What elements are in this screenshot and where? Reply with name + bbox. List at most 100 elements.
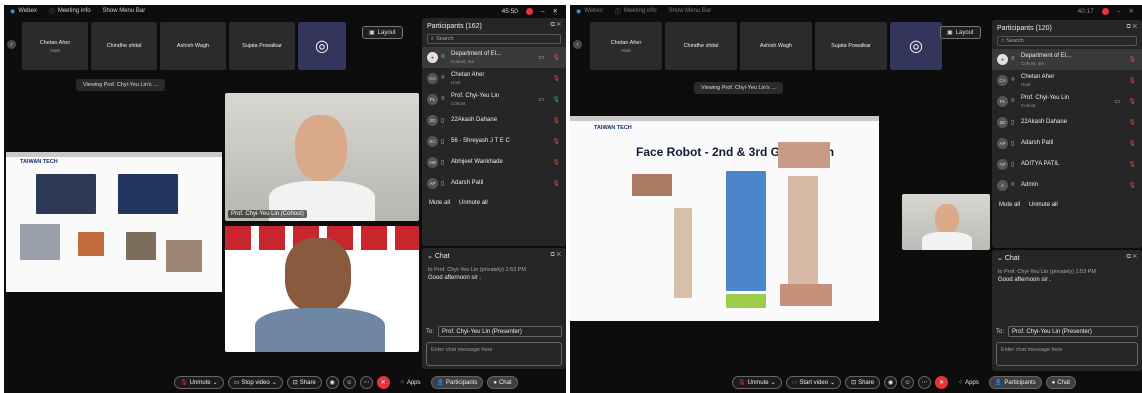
shared-screen[interactable]: TAIWAN TECH Face Robot - 2nd & 3rd Gener… bbox=[570, 116, 879, 321]
record-button[interactable]: ◉ bbox=[884, 376, 898, 389]
participant-row[interactable]: CA ⌾ Chetan Aher Host 🎙 bbox=[422, 68, 566, 89]
mic-muted-icon[interactable]: 🎙 bbox=[1128, 182, 1136, 189]
participant-row[interactable]: CA ⌾ Chetan Aher Host 🎙 bbox=[992, 70, 1142, 91]
layout-button[interactable]: ▣ Layout bbox=[940, 26, 981, 39]
panel-popout-icon[interactable]: ⧉ ✕ bbox=[550, 22, 561, 29]
participant-row[interactable]: AP ▯ Adarsh Patil 🎙 bbox=[992, 133, 1142, 154]
chat-button[interactable]: ● Chat bbox=[1045, 376, 1076, 389]
participant-row[interactable]: 2D ▯ 22Akash Dahane 🎙 bbox=[992, 112, 1142, 133]
panel-popout-icon[interactable]: ⧉ ✕ bbox=[1126, 254, 1137, 261]
reactions-icon[interactable]: ☺ bbox=[342, 376, 356, 389]
chat-input[interactable]: Enter chat message here bbox=[426, 342, 562, 366]
strip-tile-chindhe-shital[interactable]: Chindhe shital bbox=[91, 22, 157, 70]
mic-muted-icon[interactable]: 🎙 bbox=[552, 54, 560, 61]
more-icon[interactable]: ⋯ bbox=[918, 376, 932, 389]
more-icon[interactable]: ⋯ bbox=[359, 376, 373, 389]
strip-tile-sujata-powalkar[interactable]: Sujata Powalkar bbox=[229, 22, 295, 70]
reactions-icon[interactable]: ☺ bbox=[901, 376, 915, 389]
mic-muted-icon[interactable]: 🎙 bbox=[1128, 98, 1136, 105]
meeting-info-button[interactable]: ⓘ Meeting info bbox=[49, 7, 91, 16]
mic-on-icon[interactable]: 🎙 bbox=[552, 96, 560, 103]
mute-all-button[interactable]: Mute all bbox=[999, 202, 1020, 208]
mic-muted-icon[interactable]: 🎙 bbox=[1128, 56, 1136, 63]
chat-button[interactable]: ● Chat bbox=[487, 376, 518, 389]
avatar: AW bbox=[427, 157, 438, 168]
strip-tile-chindhe-shital[interactable]: Chindhe shital bbox=[665, 22, 737, 70]
video-presenter[interactable] bbox=[902, 194, 990, 250]
close-icon[interactable]: ✕ bbox=[1129, 7, 1134, 15]
participant-row[interactable]: A ⌾ Admin 🎙 bbox=[992, 175, 1142, 196]
unmute-button[interactable]: 🎙 Unmute ⌄ bbox=[732, 376, 782, 389]
mic-muted-icon[interactable]: 🎙 bbox=[1128, 77, 1136, 84]
webex-app-menu[interactable]: ◉ Webex bbox=[576, 8, 603, 15]
show-menu-bar-button[interactable]: Show Menu Bar bbox=[103, 8, 146, 14]
webex-app-menu[interactable]: ◉ Webex bbox=[10, 8, 37, 15]
participant-row[interactable]: AP ▯ ADITYA PATIL 🎙 bbox=[992, 154, 1142, 175]
start-video-button[interactable]: ▭ Start video ⌄ bbox=[785, 376, 842, 389]
minimize-icon[interactable]: – bbox=[541, 8, 545, 15]
strip-tile-self[interactable]: ◎ bbox=[890, 22, 942, 70]
mic-muted-icon[interactable]: 🎙 bbox=[1128, 140, 1136, 147]
participant-row[interactable]: ● ⌾ Department of El... Cohost, me 🎙 bbox=[992, 49, 1142, 70]
unmute-all-button[interactable]: Unmute all bbox=[1029, 202, 1058, 208]
mute-all-button[interactable]: Mute all bbox=[429, 200, 450, 206]
video-presenter[interactable]: Prof. Chyi-Yeu Lin (Cohost) bbox=[225, 93, 419, 221]
chat-input[interactable]: Enter chat message here bbox=[996, 342, 1138, 366]
share-button[interactable]: ⊡ Share bbox=[286, 376, 322, 389]
strip-tile-ashish-wagh[interactable]: Ashish Wagh bbox=[740, 22, 812, 70]
meeting-info-button[interactable]: ⓘ Meeting info bbox=[615, 7, 657, 16]
strip-tile-sujata-powalkar[interactable]: Sujata Powalkar bbox=[815, 22, 887, 70]
participant-row[interactable]: PL ⌾ Prof. Chyi-Yeu Lin Cohost ▭ 🎙 bbox=[992, 91, 1142, 112]
close-icon[interactable]: ✕ bbox=[553, 7, 558, 15]
participants-button[interactable]: 👤 Participants bbox=[988, 376, 1042, 389]
self-face bbox=[285, 238, 351, 312]
apps-button[interactable]: ⁘ Apps bbox=[952, 376, 985, 389]
unmute-button[interactable]: 🎙 Unmute ⌄ bbox=[174, 376, 224, 389]
participant-row[interactable]: AP ▯ Adarsh Patil 🎙 bbox=[422, 173, 566, 194]
mic-muted-icon[interactable]: 🎙 bbox=[1128, 161, 1136, 168]
participant-row[interactable]: AW ▯ Abhijeet Wankhade 🎙 bbox=[422, 152, 566, 173]
mic-muted-icon[interactable]: 🎙 bbox=[1128, 119, 1136, 126]
mic-muted-icon[interactable]: 🎙 bbox=[552, 75, 560, 82]
chat-recipient-select[interactable]: Prof. Chyi-Yeu Lin (Presenter) bbox=[1008, 326, 1138, 337]
apps-icon: ⁘ bbox=[958, 380, 964, 386]
share-button[interactable]: ⊡ Share bbox=[845, 376, 881, 389]
chat-recipient-select[interactable]: Prof. Chyi-Yeu Lin (Presenter) bbox=[438, 326, 562, 337]
minimize-icon[interactable]: – bbox=[1117, 8, 1121, 15]
mic-muted-icon[interactable]: 🎙 bbox=[552, 138, 560, 145]
leave-icon[interactable]: ✕ bbox=[935, 376, 949, 389]
slide-figure-walk bbox=[118, 174, 178, 214]
layout-button[interactable]: ▣ Layout bbox=[362, 26, 403, 39]
panel-popout-icon[interactable]: ⧉ ✕ bbox=[1126, 24, 1137, 31]
mic-muted-icon[interactable]: 🎙 bbox=[552, 159, 560, 166]
participant-row[interactable]: SC ▯ 56 - Shreyash J T E C 🎙 bbox=[422, 131, 566, 152]
strip-tile-self[interactable]: ◎ bbox=[298, 22, 346, 70]
video-self[interactable] bbox=[225, 226, 419, 352]
leave-icon[interactable]: ✕ bbox=[376, 376, 390, 389]
participant-row[interactable]: 2D ▯ 22Akash Dahane 🎙 bbox=[422, 110, 566, 131]
chat-collapse-icon[interactable]: ⌄ bbox=[427, 252, 435, 260]
participant-row[interactable]: PL ⌾ Prof. Chyi-Yeu Lin Cohost ▭ 🎙 bbox=[422, 89, 566, 110]
apps-button[interactable]: ⁘ Apps bbox=[394, 376, 427, 389]
strip-prev-icon[interactable]: ‹ bbox=[7, 40, 16, 49]
stop-video-button[interactable]: ▭ Stop video ⌄ bbox=[227, 376, 283, 389]
record-button[interactable]: ◉ bbox=[325, 376, 339, 389]
participants-button[interactable]: 👤 Participants bbox=[430, 376, 484, 389]
shared-screen-thumbnail[interactable]: TAIWAN TECH bbox=[6, 152, 222, 292]
strip-tile-chetan-aher[interactable]: Chetan Aher Host bbox=[22, 22, 88, 70]
unmute-all-button[interactable]: Unmute all bbox=[459, 200, 488, 206]
presenter-shirt bbox=[922, 232, 972, 250]
strip-tile-chetan-aher[interactable]: Chetan Aher Host bbox=[590, 22, 662, 70]
show-menu-bar-button[interactable]: Show Menu Bar bbox=[669, 8, 712, 14]
slide-final-faces bbox=[780, 284, 832, 306]
mic-muted-icon[interactable]: 🎙 bbox=[552, 117, 560, 124]
presenter-face bbox=[295, 115, 347, 181]
participant-row[interactable]: ● ⌾ Department of El... Cohost, me ▭ 🎙 bbox=[422, 47, 566, 68]
strip-tile-ashish-wagh[interactable]: Ashish Wagh bbox=[160, 22, 226, 70]
panel-popout-icon[interactable]: ⧉ ✕ bbox=[550, 252, 561, 259]
participants-search-input[interactable]: ⌕ Search bbox=[427, 34, 561, 44]
strip-prev-icon[interactable]: ‹ bbox=[573, 40, 582, 49]
chat-collapse-icon[interactable]: ⌄ bbox=[997, 254, 1005, 262]
participants-search-input[interactable]: ⌕ Search bbox=[997, 36, 1137, 46]
mic-muted-icon[interactable]: 🎙 bbox=[552, 180, 560, 187]
